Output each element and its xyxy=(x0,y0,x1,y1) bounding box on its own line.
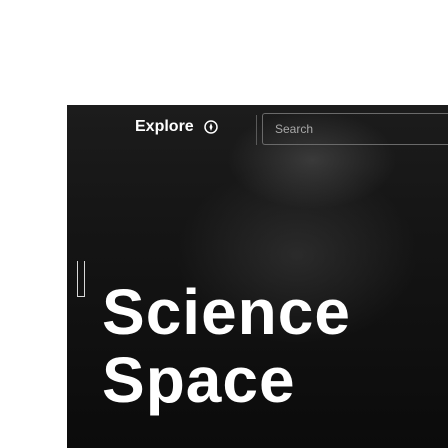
nav-divider xyxy=(256,115,257,145)
bookmark-menu-icon[interactable] xyxy=(77,261,85,297)
explore-menu-button[interactable]: Explore xyxy=(135,118,218,136)
search-input[interactable] xyxy=(262,113,448,145)
hero-section: Explore Science Space xyxy=(67,105,448,448)
headline-line-1: Science xyxy=(102,276,351,348)
compass-icon xyxy=(203,120,218,134)
headline-line-2: Space xyxy=(102,344,296,416)
explore-label: Explore xyxy=(135,118,194,135)
top-navigation: Explore xyxy=(67,105,448,159)
hero-headline: Science Space xyxy=(102,278,351,414)
page: Explore Science Space xyxy=(0,0,448,448)
